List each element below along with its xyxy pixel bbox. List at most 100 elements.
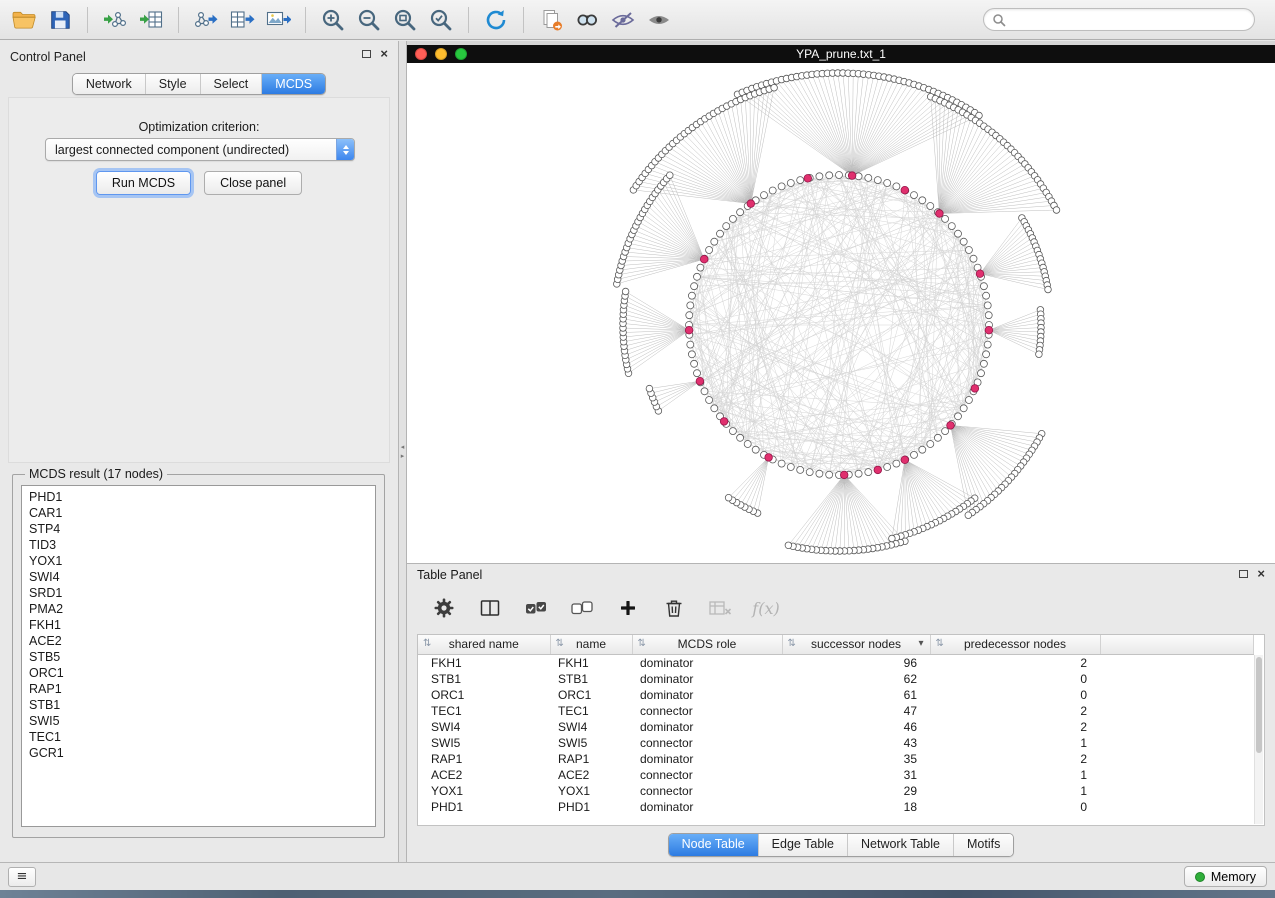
mcds-result-item[interactable]: SRD1 bbox=[29, 585, 375, 601]
export-network-button[interactable] bbox=[188, 5, 224, 35]
table-cell[interactable]: PHD1 bbox=[550, 799, 632, 815]
table-cell[interactable]: 35 bbox=[782, 751, 930, 767]
table-cell[interactable]: STB1 bbox=[418, 671, 550, 687]
tab-select[interactable]: Select bbox=[200, 74, 262, 94]
table-cell[interactable]: 1 bbox=[930, 735, 1100, 751]
table-cell[interactable]: connector bbox=[632, 767, 782, 783]
table-row[interactable]: SWI4SWI4dominator462 bbox=[418, 719, 1254, 735]
table-cell[interactable]: 1 bbox=[930, 783, 1100, 799]
close-panel-button[interactable]: Close panel bbox=[204, 171, 302, 195]
table-row[interactable]: ACE2ACE2connector311 bbox=[418, 767, 1254, 783]
table-cell[interactable]: connector bbox=[632, 735, 782, 751]
minimize-window-icon[interactable] bbox=[435, 48, 447, 60]
table-cell[interactable]: connector bbox=[632, 783, 782, 799]
splitter-collapse-left-icon[interactable]: ◂ bbox=[401, 444, 405, 451]
table-cell[interactable]: STB1 bbox=[550, 671, 632, 687]
tab-mcds[interactable]: MCDS bbox=[261, 74, 325, 94]
table-cell[interactable] bbox=[1100, 783, 1254, 799]
table-cell[interactable]: TEC1 bbox=[550, 703, 632, 719]
mcds-result-item[interactable]: TID3 bbox=[29, 537, 375, 553]
close-panel-icon[interactable]: × bbox=[1257, 569, 1265, 579]
table-cell[interactable]: 2 bbox=[930, 654, 1100, 671]
table-row[interactable]: RAP1RAP1dominator352 bbox=[418, 751, 1254, 767]
table-cell[interactable]: SWI5 bbox=[550, 735, 632, 751]
table-cell[interactable]: 46 bbox=[782, 719, 930, 735]
mcds-result-item[interactable]: RAP1 bbox=[29, 681, 375, 697]
deselect-all-button[interactable] bbox=[565, 592, 599, 624]
zoom-out-button[interactable] bbox=[351, 5, 387, 35]
table-cell[interactable]: ORC1 bbox=[418, 687, 550, 703]
mcds-result-item[interactable]: SWI5 bbox=[29, 713, 375, 729]
network-canvas[interactable] bbox=[407, 63, 1275, 563]
table-cell[interactable] bbox=[1100, 654, 1254, 671]
table-cell[interactable]: dominator bbox=[632, 751, 782, 767]
table-row[interactable]: ORC1ORC1dominator610 bbox=[418, 687, 1254, 703]
column-header-shared-name[interactable]: ⇅ shared name bbox=[418, 635, 550, 654]
mcds-result-item[interactable]: FKH1 bbox=[29, 617, 375, 633]
table-settings-button[interactable] bbox=[427, 592, 461, 624]
copy-share-button[interactable] bbox=[533, 5, 569, 35]
table-cell[interactable]: FKH1 bbox=[418, 654, 550, 671]
table-cell[interactable]: ACE2 bbox=[550, 767, 632, 783]
column-header-successor-nodes[interactable]: ⇅ successor nodes ▾ bbox=[782, 635, 930, 654]
table-cell[interactable]: 2 bbox=[930, 751, 1100, 767]
sort-icon[interactable]: ⇅ bbox=[638, 638, 646, 650]
import-network-button[interactable] bbox=[97, 5, 133, 35]
select-all-button[interactable] bbox=[519, 592, 553, 624]
zoom-fit-button[interactable] bbox=[387, 5, 423, 35]
zoom-in-button[interactable] bbox=[315, 5, 351, 35]
mcds-result-item[interactable]: STB1 bbox=[29, 697, 375, 713]
run-mcds-button[interactable]: Run MCDS bbox=[96, 171, 191, 195]
close-window-icon[interactable] bbox=[415, 48, 427, 60]
table-cell[interactable] bbox=[1100, 719, 1254, 735]
mcds-result-item[interactable]: GCR1 bbox=[29, 745, 375, 761]
column-header-predecessor-nodes[interactable]: ⇅ predecessor nodes bbox=[930, 635, 1100, 654]
table-scrollbar[interactable] bbox=[1254, 655, 1263, 824]
table-cell[interactable]: RAP1 bbox=[550, 751, 632, 767]
table-cell[interactable]: 18 bbox=[782, 799, 930, 815]
table-cell[interactable] bbox=[1100, 751, 1254, 767]
mcds-result-item[interactable]: TEC1 bbox=[29, 729, 375, 745]
maximize-window-icon[interactable] bbox=[455, 48, 467, 60]
table-row[interactable]: STB1STB1dominator620 bbox=[418, 671, 1254, 687]
table-row[interactable]: TEC1TEC1connector472 bbox=[418, 703, 1254, 719]
memory-button[interactable]: Memory bbox=[1184, 866, 1267, 887]
column-header-name[interactable]: ⇅ name bbox=[550, 635, 632, 654]
table-cell[interactable]: RAP1 bbox=[418, 751, 550, 767]
mcds-result-item[interactable]: STP4 bbox=[29, 521, 375, 537]
export-table-button[interactable] bbox=[224, 5, 260, 35]
mcds-result-item[interactable]: PHD1 bbox=[29, 489, 375, 505]
table-cell[interactable]: 96 bbox=[782, 654, 930, 671]
table-cell[interactable]: SWI4 bbox=[550, 719, 632, 735]
table-cell[interactable] bbox=[1100, 767, 1254, 783]
table-cell[interactable]: TEC1 bbox=[418, 703, 550, 719]
mcds-result-item[interactable]: CAR1 bbox=[29, 505, 375, 521]
sort-icon[interactable]: ⇅ bbox=[936, 638, 944, 650]
column-header-mcds-role[interactable]: ⇅ MCDS role bbox=[632, 635, 782, 654]
table-cell[interactable]: dominator bbox=[632, 799, 782, 815]
mcds-result-item[interactable]: SWI4 bbox=[29, 569, 375, 585]
table-cell[interactable]: 2 bbox=[930, 703, 1100, 719]
table-cell[interactable] bbox=[1100, 671, 1254, 687]
tab-edge-table[interactable]: Edge Table bbox=[758, 834, 847, 856]
delete-table-button[interactable] bbox=[703, 592, 737, 624]
save-session-button[interactable] bbox=[42, 5, 78, 35]
table-cell[interactable]: dominator bbox=[632, 687, 782, 703]
table-cell[interactable]: dominator bbox=[632, 719, 782, 735]
table-row[interactable]: PHD1PHD1dominator180 bbox=[418, 799, 1254, 815]
status-menu-button[interactable]: ≡ bbox=[8, 867, 36, 887]
import-table-button[interactable] bbox=[133, 5, 169, 35]
table-cell[interactable]: 0 bbox=[930, 687, 1100, 703]
table-row[interactable]: FKH1FKH1dominator962 bbox=[418, 654, 1254, 671]
search-input[interactable] bbox=[1011, 13, 1246, 27]
splitter-collapse-right-icon[interactable]: ▸ bbox=[401, 453, 405, 460]
vertical-splitter[interactable]: ◂ ▸ bbox=[399, 41, 407, 862]
delete-column-button[interactable] bbox=[657, 592, 691, 624]
refresh-button[interactable] bbox=[478, 5, 514, 35]
zoom-selected-button[interactable] bbox=[423, 5, 459, 35]
table-cell[interactable]: PHD1 bbox=[418, 799, 550, 815]
function-builder-button[interactable]: f(x) bbox=[749, 592, 783, 624]
table-cell[interactable]: 47 bbox=[782, 703, 930, 719]
table-cell[interactable]: 0 bbox=[930, 671, 1100, 687]
mcds-result-item[interactable]: ACE2 bbox=[29, 633, 375, 649]
